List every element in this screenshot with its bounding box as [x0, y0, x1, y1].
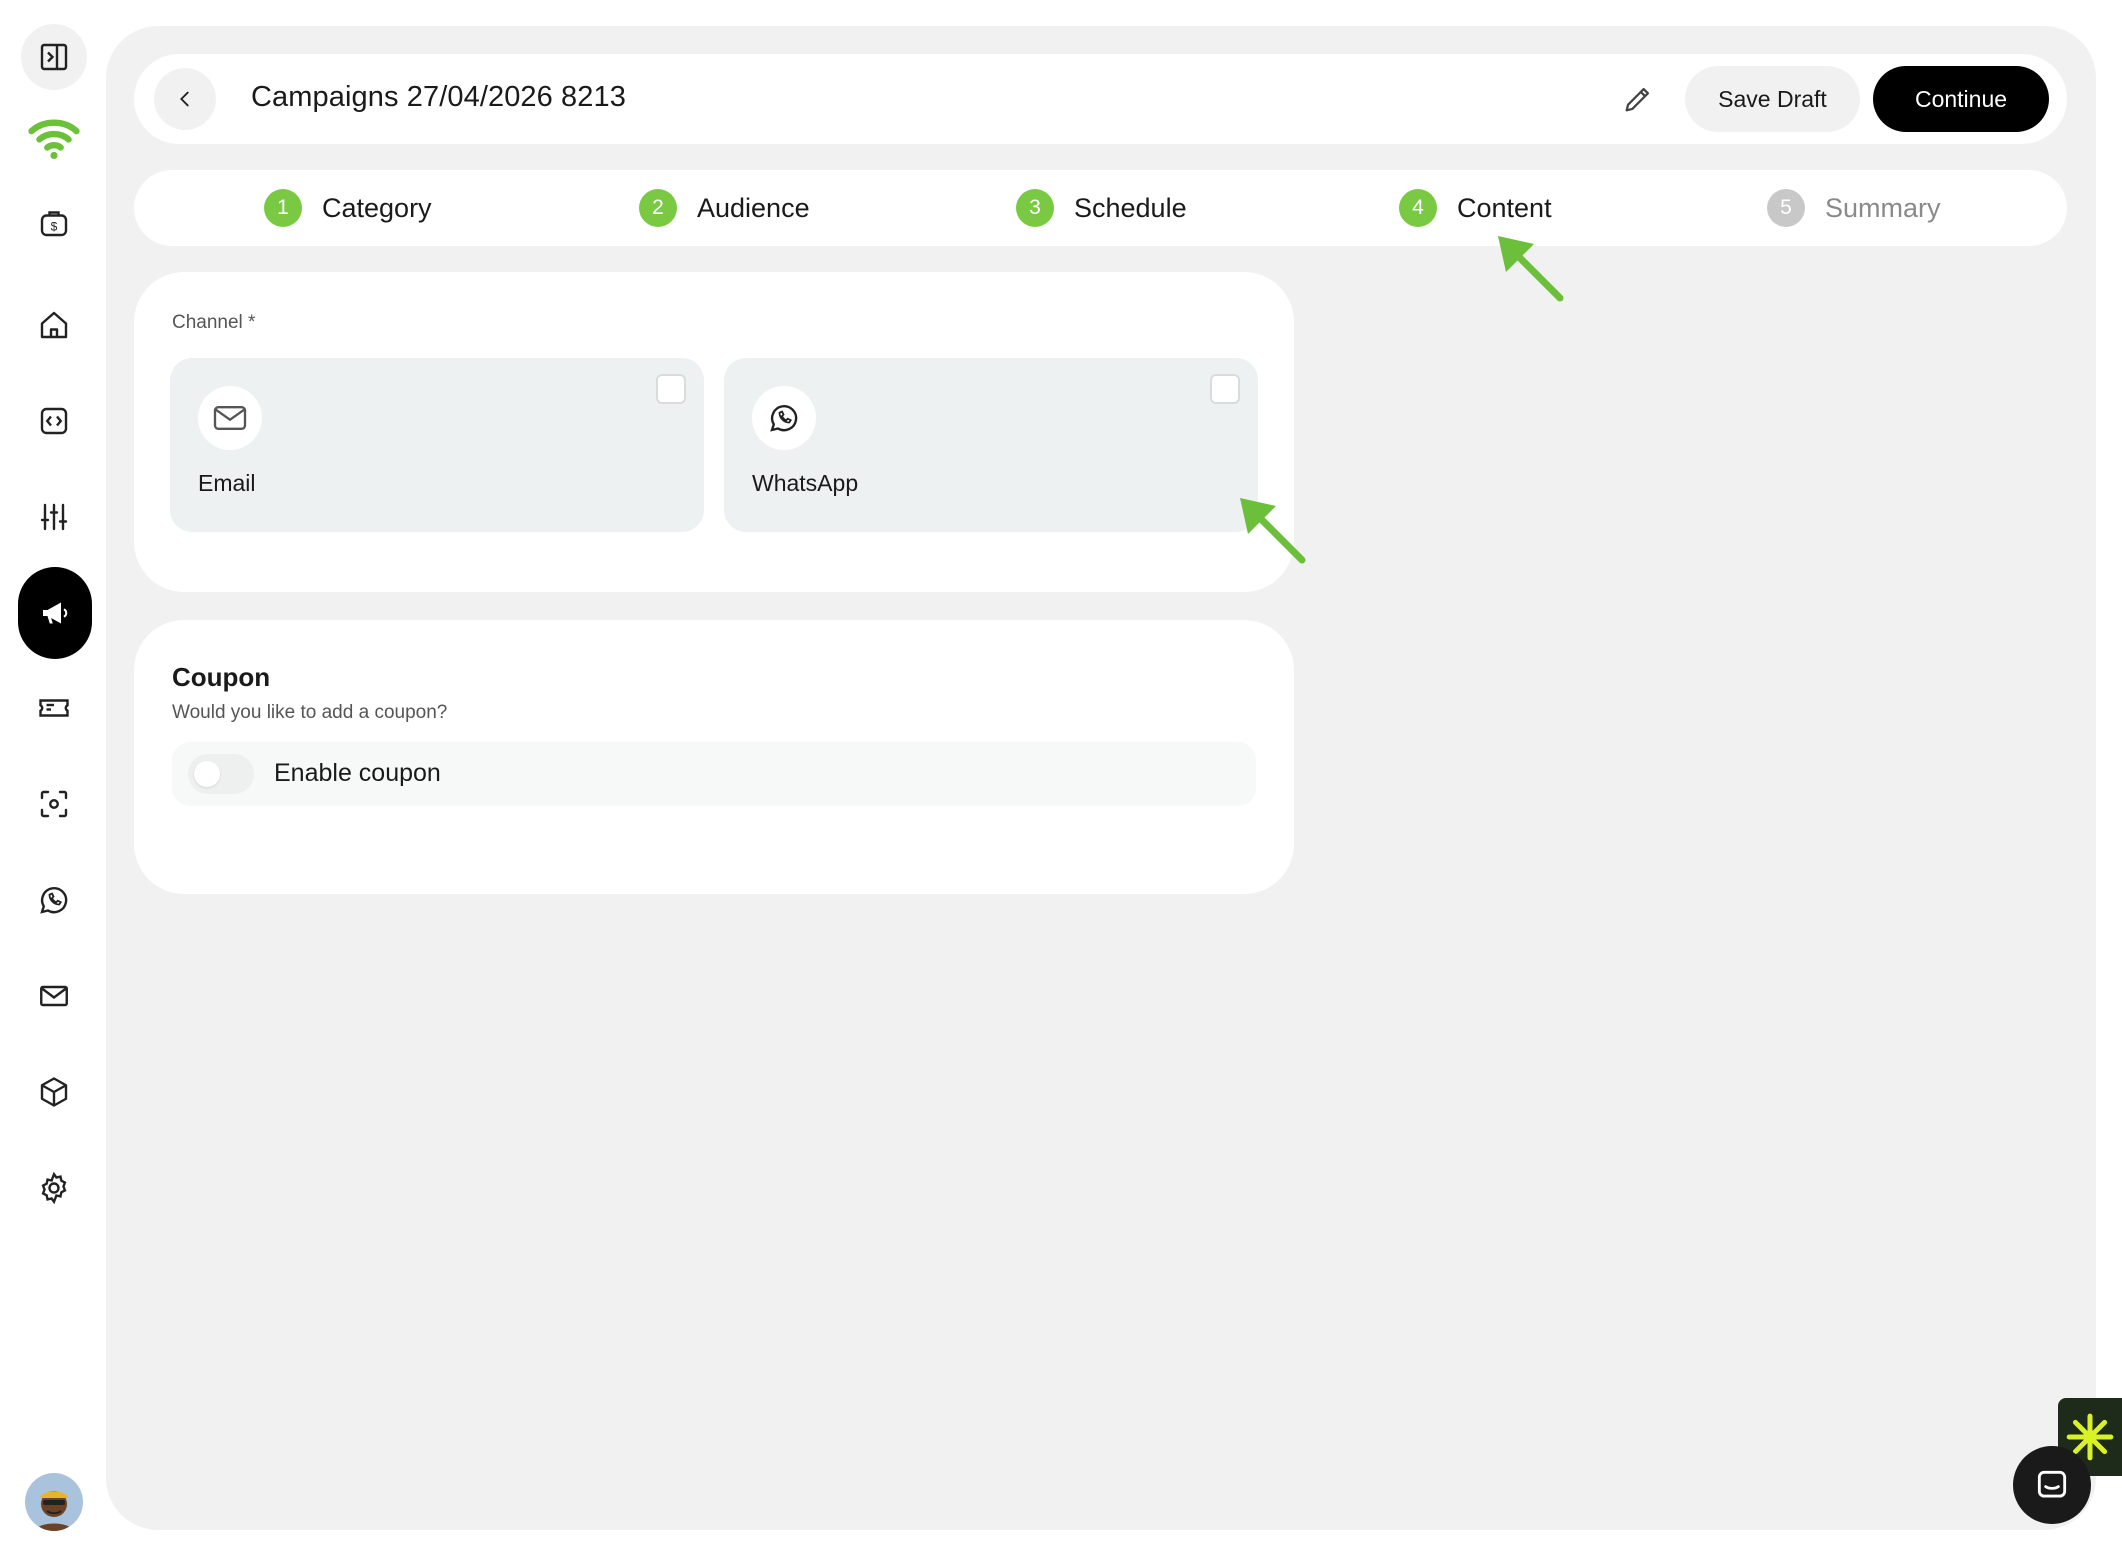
step-number: 2 — [639, 189, 677, 227]
ticket-icon — [39, 699, 69, 717]
step-number: 5 — [1767, 189, 1805, 227]
whatsapp-icon — [770, 404, 798, 432]
annotation-arrow-whatsapp-icon — [1240, 498, 1306, 564]
box-icon — [40, 1077, 68, 1107]
sliders-icon — [40, 503, 68, 531]
sidebar-item-home[interactable] — [19, 290, 89, 360]
coupon-title: Coupon — [172, 662, 271, 692]
step-schedule[interactable]: 3 Schedule — [1016, 170, 1187, 246]
stepper: 1 Category 2 Audience 3 Schedule 4 Conte… — [134, 170, 2067, 246]
money-bag-icon: $ — [40, 211, 68, 237]
pencil-icon — [1625, 87, 1650, 112]
whatsapp-option-icon-wrap — [752, 386, 816, 450]
step-number: 3 — [1016, 189, 1054, 227]
step-summary[interactable]: 5 Summary — [1767, 170, 1941, 246]
user-avatar-icon — [35, 1491, 73, 1531]
channel-label: Channel * — [172, 312, 256, 333]
step-category[interactable]: 1 Category — [264, 170, 432, 246]
sidebar-item-whatsapp[interactable] — [19, 865, 89, 935]
sidebar-item-settings-sliders[interactable] — [19, 482, 89, 552]
sidebar-item-settings[interactable] — [19, 1153, 89, 1223]
step-number: 1 — [264, 189, 302, 227]
page-header: Campaigns 27/04/2026 8213 Save Draft Con… — [134, 54, 2067, 144]
sidebar-toggle-icon — [40, 43, 68, 71]
step-label: Summary — [1825, 192, 1941, 223]
email-checkbox[interactable] — [656, 374, 686, 404]
mail-icon — [213, 406, 247, 430]
back-button[interactable] — [154, 68, 216, 130]
edit-title-button[interactable] — [1616, 77, 1660, 121]
step-label: Category — [322, 192, 432, 223]
main-panel: Campaigns 27/04/2026 8213 Save Draft Con… — [106, 26, 2096, 1530]
whatsapp-icon — [40, 886, 68, 914]
annotation-arrow-content-icon — [1498, 236, 1564, 302]
toggle-knob — [194, 761, 220, 787]
channel-option-email[interactable]: Email — [170, 358, 704, 532]
save-draft-button[interactable]: Save Draft — [1685, 66, 1860, 132]
chat-launcher-button[interactable] — [2013, 1446, 2091, 1524]
sidebar: $ — [0, 0, 106, 1556]
sidebar-item-campaigns[interactable] — [18, 567, 92, 659]
sidebar-item-coupons[interactable] — [19, 673, 89, 743]
sidebar-toggle-button[interactable] — [21, 24, 87, 90]
scan-icon — [40, 790, 68, 818]
whatsapp-checkbox[interactable] — [1210, 374, 1240, 404]
email-option-icon-wrap — [198, 386, 262, 450]
svg-text:$: $ — [51, 220, 58, 234]
mail-icon — [40, 985, 68, 1007]
avatar[interactable] — [25, 1473, 83, 1531]
coupon-section: Coupon Would you like to add a coupon? E… — [134, 620, 1294, 894]
page-title: Campaigns 27/04/2026 8213 — [251, 81, 626, 113]
chat-icon — [2037, 1470, 2067, 1498]
wifi-logo-icon — [28, 119, 80, 160]
continue-button[interactable]: Continue — [1873, 66, 2049, 132]
step-label: Audience — [697, 192, 810, 223]
enable-coupon-toggle[interactable] — [188, 754, 254, 794]
sidebar-item-billing[interactable]: $ — [19, 188, 89, 258]
step-number: 4 — [1399, 189, 1437, 227]
home-icon — [40, 311, 68, 339]
step-label: Content — [1457, 192, 1552, 223]
sidebar-item-products[interactable] — [19, 1057, 89, 1127]
chevron-left-icon — [180, 91, 189, 107]
sidebar-item-scan[interactable] — [19, 769, 89, 839]
coupon-toggle-row: Enable coupon — [172, 742, 1256, 806]
step-label: Schedule — [1074, 192, 1187, 223]
sidebar-item-email[interactable] — [19, 961, 89, 1031]
sidebar-item-developer[interactable] — [19, 386, 89, 456]
channel-option-whatsapp[interactable]: WhatsApp — [724, 358, 1258, 532]
step-audience[interactable]: 2 Audience — [639, 170, 810, 246]
code-icon — [40, 407, 68, 435]
enable-coupon-label: Enable coupon — [274, 759, 441, 787]
megaphone-icon — [43, 602, 68, 624]
channel-section: Channel * Email WhatsApp — [134, 272, 1294, 592]
brand-logo[interactable] — [19, 104, 89, 174]
channel-option-label: WhatsApp — [752, 470, 859, 496]
gear-icon — [41, 1171, 67, 1205]
channel-option-label: Email — [198, 470, 256, 496]
coupon-subtitle: Would you like to add a coupon? — [172, 702, 448, 723]
